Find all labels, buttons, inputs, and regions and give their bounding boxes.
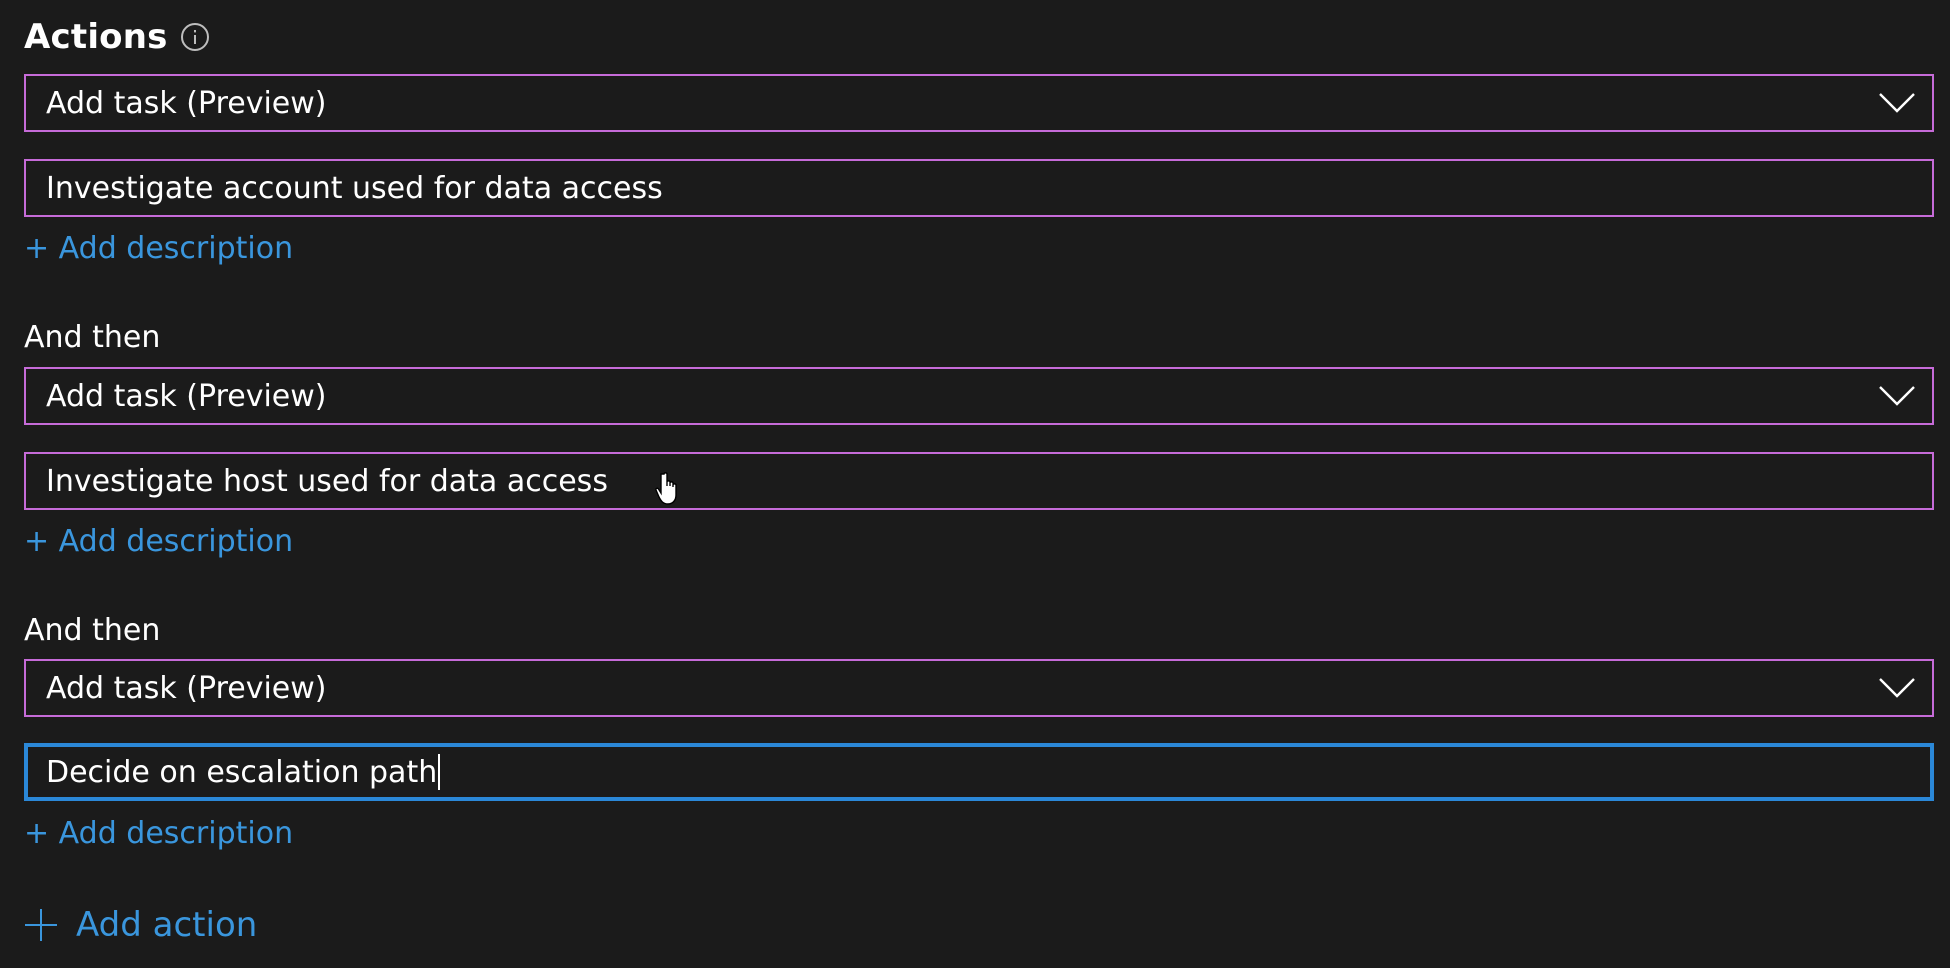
action-type-dropdown-2[interactable]: Add task (Preview) <box>24 367 1934 425</box>
section-title: Actions <box>24 17 168 57</box>
task-title-value: Investigate host used for data access <box>46 463 608 499</box>
add-action-button[interactable]: Add action <box>24 900 257 950</box>
and-then-label-1: And then <box>24 320 161 355</box>
task-title-input-2[interactable]: Investigate host used for data access <box>24 452 1934 510</box>
plus-icon <box>25 909 57 941</box>
actions-heading: Actions <box>24 12 210 62</box>
task-title-value: Decide on escalation path <box>46 754 438 790</box>
chevron-down-icon <box>1879 678 1915 698</box>
task-title-input-1[interactable]: Investigate account used for data access <box>24 159 1934 217</box>
text-caret <box>438 754 441 790</box>
action-type-dropdown-3[interactable]: Add task (Preview) <box>24 659 1934 717</box>
add-description-link-1[interactable]: + Add description <box>24 229 293 269</box>
add-action-label: Add action <box>76 905 258 945</box>
actions-panel: Actions Add task (Preview) Investigate a… <box>0 0 1950 968</box>
task-title-value: Investigate account used for data access <box>46 170 663 206</box>
add-description-link-2[interactable]: + Add description <box>24 522 293 562</box>
and-then-label-2: And then <box>24 613 161 648</box>
action-type-value: Add task (Preview) <box>46 670 327 706</box>
task-title-input-3[interactable]: Decide on escalation path <box>24 743 1934 801</box>
action-type-value: Add task (Preview) <box>46 85 327 121</box>
info-icon[interactable] <box>180 22 210 52</box>
add-description-link-3[interactable]: + Add description <box>24 814 293 854</box>
action-type-dropdown-1[interactable]: Add task (Preview) <box>24 74 1934 132</box>
chevron-down-icon <box>1879 386 1915 406</box>
action-type-value: Add task (Preview) <box>46 378 327 414</box>
chevron-down-icon <box>1879 93 1915 113</box>
